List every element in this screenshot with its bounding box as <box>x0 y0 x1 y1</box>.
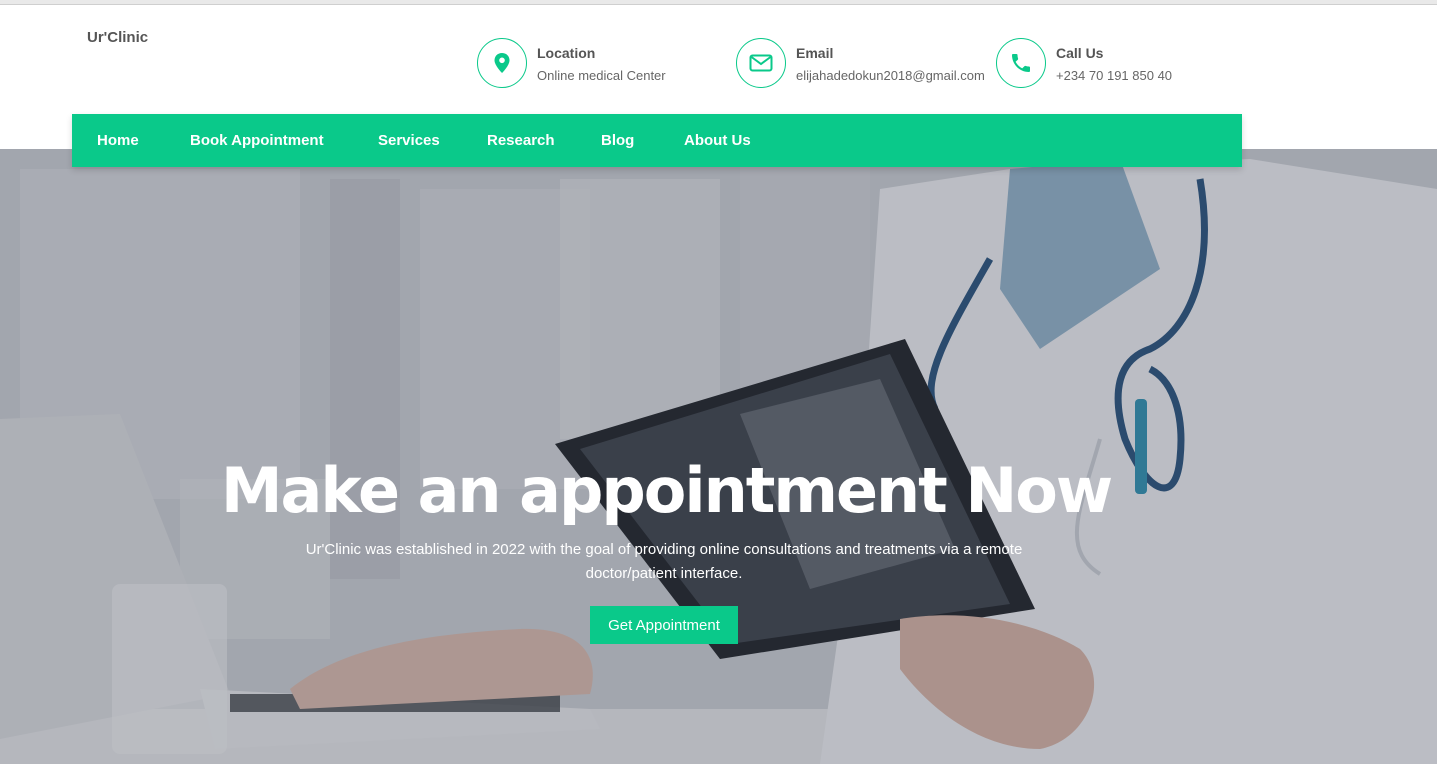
hero-section: Make an appointment Now Ur'Clinic was es… <box>0 149 1437 764</box>
phone-title: Call Us <box>1056 45 1104 61</box>
phone-value[interactable]: +234 70 191 850 40 <box>1056 68 1172 83</box>
email-title: Email <box>796 45 834 61</box>
nav-book-appointment[interactable]: Book Appointment <box>190 132 324 149</box>
nav-services[interactable]: Services <box>378 132 440 149</box>
hero-description: Ur'Clinic was established in 2022 with t… <box>305 541 1023 582</box>
hero-title: Make an appointment Now <box>220 454 1113 527</box>
nav-about-us[interactable]: About Us <box>684 132 751 149</box>
email-value[interactable]: elijahadedokun2018@gmail.com <box>796 68 985 83</box>
brand-logo[interactable]: Ur'Clinic <box>87 29 148 46</box>
get-appointment-button[interactable]: Get Appointment <box>590 606 738 644</box>
map-pin-icon <box>477 38 527 88</box>
nav-home[interactable]: Home <box>97 132 139 149</box>
location-title: Location <box>537 45 596 61</box>
nav-blog[interactable]: Blog <box>601 132 634 149</box>
envelope-icon <box>736 38 786 88</box>
phone-icon <box>996 38 1046 88</box>
location-value: Online medical Center <box>537 68 666 83</box>
main-nav: Home Book Appointment Services Research … <box>72 114 1242 167</box>
nav-research[interactable]: Research <box>487 132 555 149</box>
